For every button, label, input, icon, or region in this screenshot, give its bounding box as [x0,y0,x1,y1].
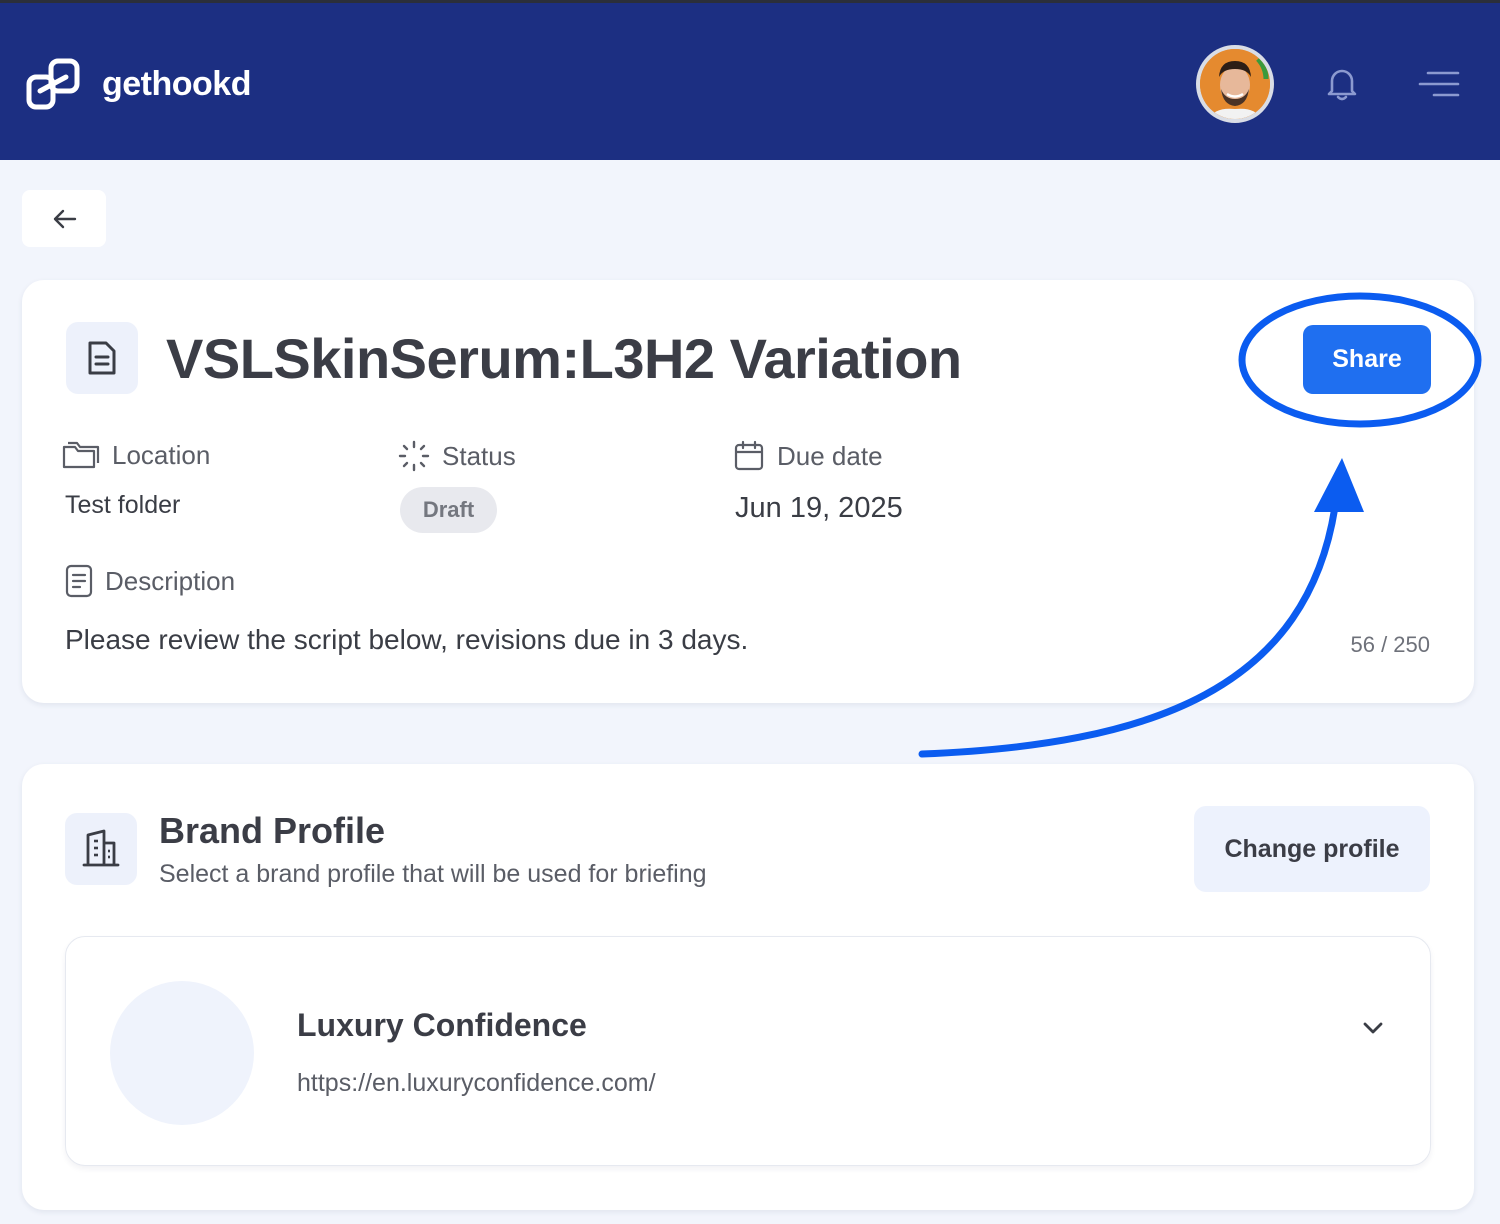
building-icon [82,829,120,867]
status-badge[interactable]: Draft [400,487,497,533]
brand-profile-title: Brand Profile [159,810,386,851]
location-value[interactable]: Test folder [65,491,180,520]
folder-icon [62,441,100,468]
description-label: Description [65,564,235,598]
character-counter: 56 / 250 [1350,632,1430,657]
change-profile-button[interactable]: Change profile [1194,806,1430,892]
brand-url: https://en.luxuryconfidence.com/ [297,1069,656,1097]
top-navigation-bar: gethookd [0,0,1500,160]
chevron-down-icon[interactable] [1358,1013,1388,1043]
description-icon [65,564,93,598]
building-icon-box [65,813,137,885]
location-label-text: Location [112,440,211,470]
menu-icon[interactable] [1418,69,1460,99]
brand-avatar [110,981,254,1125]
back-button[interactable] [22,190,106,247]
description-text[interactable]: Please review the script below, revision… [65,624,748,656]
share-button[interactable]: Share [1303,325,1431,394]
app-name: gethookd [102,64,251,103]
due-date-label: Due date [733,440,883,472]
arrow-left-icon [53,209,77,228]
bell-icon[interactable] [1322,63,1362,103]
document-icon [88,341,116,375]
brand-profile-selector[interactable]: Luxury Confidence https://en.luxuryconfi… [65,936,1431,1166]
page-title: VSLSkinSerum:L3H2 Variation [166,327,962,390]
brand-profile-card: Brand Profile Select a brand profile tha… [22,764,1474,1210]
due-date-value[interactable]: Jun 19, 2025 [735,492,903,525]
status-label-text: Status [442,440,516,471]
script-details-card: VSLSkinSerum:L3H2 Variation Share Locati… [22,280,1474,703]
status-label: Status [398,440,516,472]
logo-icon [26,58,80,110]
app-logo[interactable]: gethookd [26,57,251,111]
user-avatar[interactable] [1196,45,1274,123]
location-label: Location [62,440,210,471]
due-date-label-text: Due date [777,440,883,471]
brand-profile-subtitle: Select a brand profile that will be used… [159,860,707,888]
description-label-text: Description [105,565,236,596]
document-icon-box [66,322,138,394]
user-avatar-icon [1200,49,1270,119]
loader-icon [398,440,430,472]
calendar-icon [734,440,764,471]
brand-name: Luxury Confidence [297,1007,587,1043]
